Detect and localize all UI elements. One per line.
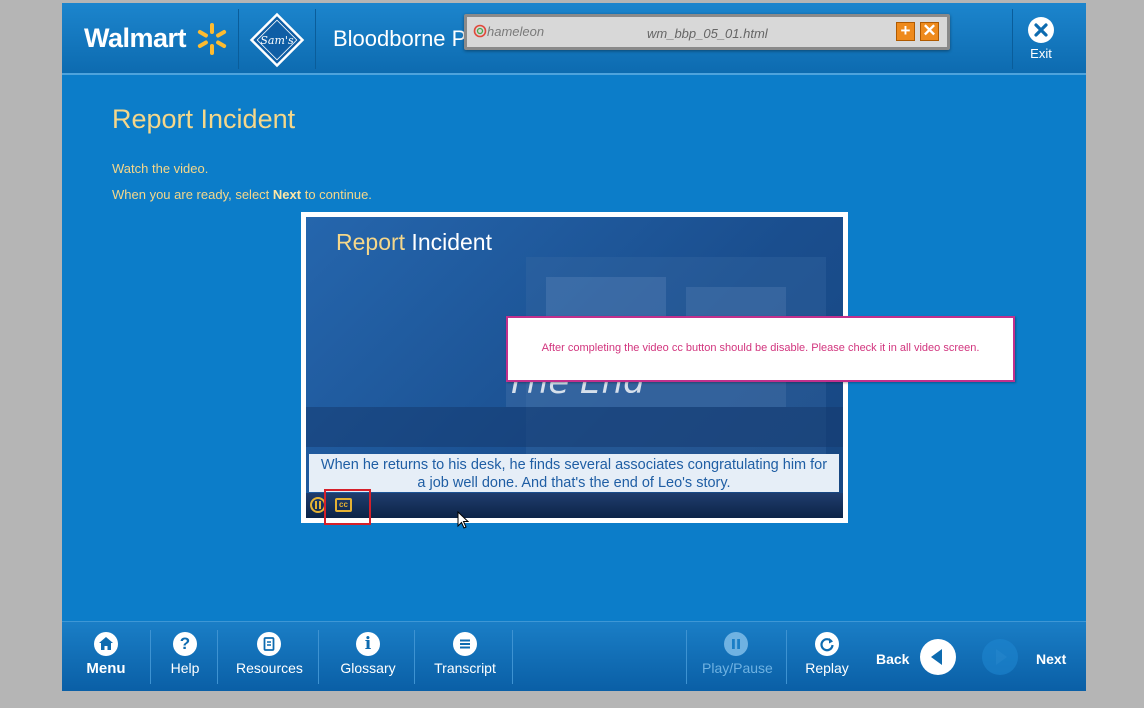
list-icon: [453, 632, 477, 656]
close-icon: [1028, 17, 1054, 43]
header-divider: [315, 9, 316, 69]
arrow-left-icon: [931, 649, 942, 665]
sams-club-logo: Sam's: [249, 12, 305, 68]
page-title: Report Incident: [112, 104, 296, 134]
replay-icon: [815, 632, 839, 656]
info-icon: i: [356, 632, 380, 656]
footer-divider: [786, 630, 787, 684]
exit-label: Exit: [1030, 46, 1052, 61]
footer-divider: [318, 630, 319, 684]
review-note-text: After completing the video cc button sho…: [541, 342, 980, 354]
exit-button[interactable]: Exit: [1028, 17, 1054, 61]
transcript-button[interactable]: Transcript: [434, 632, 496, 676]
header-divider: [238, 9, 239, 69]
arrow-right-icon: [996, 649, 1007, 665]
glossary-button[interactable]: i Glossary: [338, 632, 398, 676]
cc-highlight-box: [324, 489, 371, 525]
closed-caption: When he returns to his desk, he finds se…: [309, 454, 839, 492]
course-window: Walmart Sam's Bloodborne P Exit hameleon…: [62, 3, 1086, 691]
replay-button[interactable]: Replay: [804, 632, 850, 676]
pause-icon: [724, 632, 748, 656]
footer-divider: [150, 630, 151, 684]
next-button[interactable]: [982, 639, 1018, 675]
resources-button[interactable]: Resources: [236, 632, 303, 676]
footer-divider: [512, 630, 513, 684]
back-button[interactable]: [920, 639, 956, 675]
footer-divider: [686, 630, 687, 684]
chameleon-toolbar: hameleon wm_bbp_05_01.html + ✕: [464, 14, 950, 50]
back-label: Back: [876, 651, 910, 667]
play-pause-button[interactable]: Play/Pause: [702, 632, 773, 676]
course-title: Bloodborne P: [333, 26, 467, 51]
next-label: Next: [1036, 651, 1067, 667]
home-icon: [94, 632, 118, 656]
menu-button[interactable]: Menu: [86, 632, 126, 677]
footer-divider: [217, 630, 218, 684]
mouse-cursor-icon: [457, 511, 470, 529]
video-title: Report Incident: [336, 229, 492, 255]
chameleon-icon: [473, 24, 487, 38]
header-bar: Walmart Sam's Bloodborne P Exit hameleon…: [62, 3, 1086, 75]
chameleon-logo: hameleon: [473, 24, 544, 39]
svg-text:Sam's: Sam's: [260, 34, 294, 47]
close-icon[interactable]: ✕: [920, 22, 939, 41]
walmart-logo: Walmart: [84, 23, 187, 53]
footer-nav: Menu ? Help Resources i Glossary Transcr…: [62, 621, 1086, 691]
walmart-spark-icon: [197, 23, 227, 55]
review-note: After completing the video cc button sho…: [506, 316, 1015, 382]
instruction-text: Watch the video.: [112, 161, 209, 176]
chameleon-filename: wm_bbp_05_01.html: [647, 26, 768, 41]
add-icon[interactable]: +: [896, 22, 915, 41]
video-control-bar: cc: [306, 493, 843, 518]
header-divider: [1012, 9, 1013, 69]
instruction-text: When you are ready, select Next to conti…: [112, 187, 372, 202]
footer-divider: [414, 630, 415, 684]
question-icon: ?: [173, 632, 197, 656]
resources-icon: [257, 632, 281, 656]
help-button[interactable]: ? Help: [168, 632, 202, 676]
